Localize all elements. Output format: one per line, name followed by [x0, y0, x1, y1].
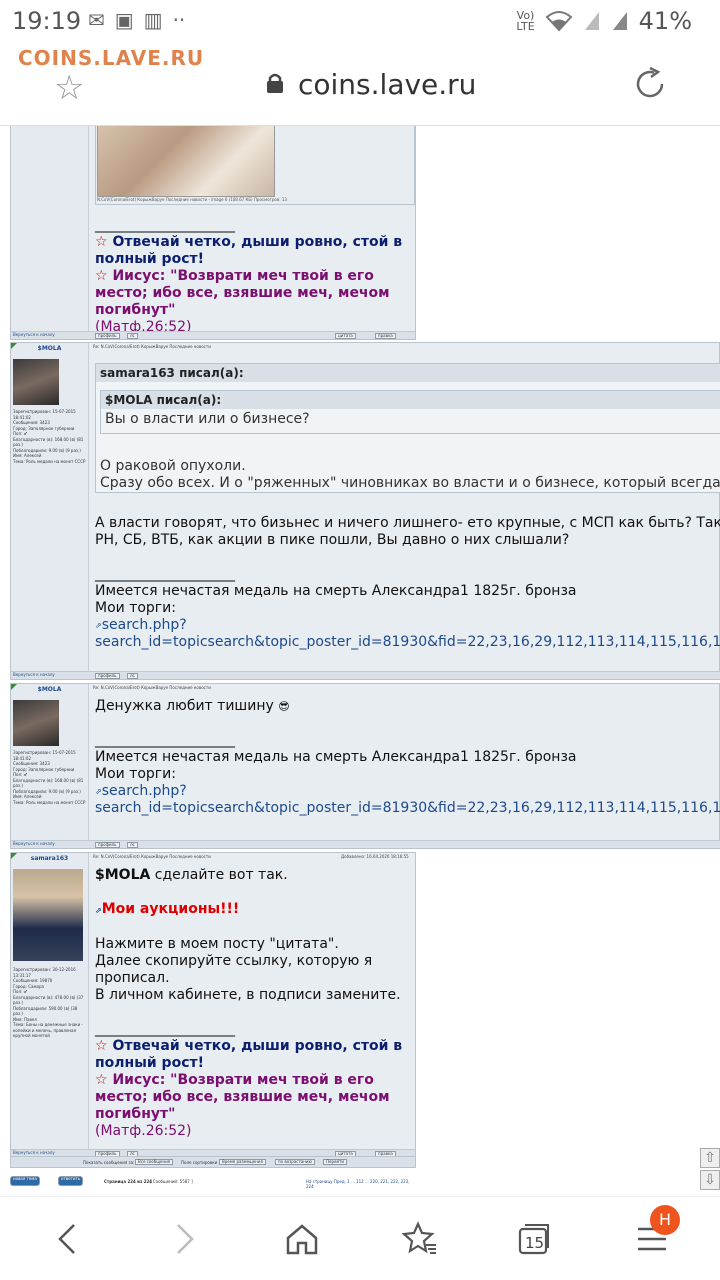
- back-to-top-link[interactable]: Вернуться к началу: [13, 841, 55, 846]
- star-icon: ☆: [95, 1038, 113, 1054]
- post-footer: Вернуться к началу профиль лс: [11, 840, 720, 848]
- clock: 19:19: [12, 7, 82, 35]
- auctions-link[interactable]: ⇗Мои аукционы!!!: [95, 901, 411, 919]
- pagination[interactable]: На страницу Пред. 1 ... 112 ... 220, 221…: [306, 1179, 416, 1189]
- browser-nav-bar: 15 H: [0, 1196, 720, 1280]
- page-nav: новая тема ответить Страница 224 из 224 …: [10, 1176, 416, 1189]
- forum-page: N.CoV(Corona/Erot) КорыжВаруе Последние …: [0, 126, 720, 1196]
- author-nick[interactable]: $MOLA: [11, 345, 88, 352]
- post-text: Денужка любит тишину 😎 _________________…: [95, 698, 720, 817]
- order-select[interactable]: по возрастанию: [275, 1159, 315, 1165]
- star-icon: ☆: [95, 234, 113, 250]
- forward-icon[interactable]: [160, 1215, 208, 1263]
- site-watermark: COINS.LAVE.RU: [18, 46, 205, 70]
- quote-inner: $MOLA писал(а): Вы о власти или о бизнес…: [100, 390, 720, 434]
- avatar: [13, 359, 59, 405]
- signature: ____________________ ☆ Отвечай четко, ды…: [95, 217, 403, 335]
- scroll-up-icon[interactable]: ⇧: [700, 1148, 720, 1168]
- quote-button[interactable]: цитата: [335, 333, 356, 339]
- profile-button[interactable]: профиль: [95, 333, 120, 339]
- mail-icon: ✉: [88, 8, 105, 32]
- search-link[interactable]: ⇗search.php?: [95, 617, 720, 634]
- more-icon: ··: [172, 8, 186, 32]
- post-added-time: Добавлено: 16.04.2020 18:16:55: [341, 854, 409, 859]
- browser-toolbar: COINS.LAVE.RU ☆ coins.lave.ru: [0, 42, 720, 126]
- search-link-cont[interactable]: search_id=topicsearch&topic_poster_id=81…: [95, 800, 720, 817]
- bookmark-star-icon[interactable]: ☆: [54, 68, 84, 108]
- volte-icon: Vo) LTE: [516, 9, 535, 33]
- notification-icons: ✉ ▣ ▥ ··: [88, 8, 185, 32]
- sunglasses-emoji: 😎: [278, 700, 290, 713]
- back-to-top-link[interactable]: Вернуться к началу: [13, 1150, 55, 1155]
- show-select[interactable]: Все сообщения: [135, 1159, 174, 1165]
- go-button[interactable]: Перейти: [323, 1159, 347, 1165]
- signal2-icon: [612, 12, 627, 30]
- search-link-cont[interactable]: search_id=topicsearch&topic_poster_id=81…: [95, 634, 720, 651]
- profile-button[interactable]: профиль: [95, 842, 120, 848]
- pm-button[interactable]: лс: [127, 842, 138, 848]
- post-left-column: samara163 Зарегистрирован: 30-12-2016 13…: [11, 853, 89, 1157]
- tabs-icon[interactable]: 15: [510, 1215, 558, 1263]
- post-left-column: $MOLA Зарегистрирован: 15-07-2015 18:41:…: [11, 343, 89, 679]
- author-meta: Зарегистрирован: 15-07-2015 18:41:02 Сооб…: [13, 409, 86, 464]
- app-icon: ▥: [143, 8, 163, 32]
- sort-select[interactable]: Время размещения: [219, 1159, 266, 1165]
- star-icon: ☆: [95, 268, 113, 284]
- post-header: Re: N.CoV(Corona/Erot) КорыжВаруе Послед…: [93, 685, 211, 690]
- post-header: Re: N.CoV(Corona/Erot) КорыжВаруе Послед…: [93, 854, 211, 859]
- reload-icon[interactable]: [632, 66, 668, 102]
- author-nick[interactable]: $MOLA: [11, 686, 88, 693]
- edit-button[interactable]: правка: [375, 333, 396, 339]
- scroll-buttons: ⇧ ⇩: [700, 1148, 720, 1190]
- post-left-column: $MOLA Зарегистрирован: 15-07-2015 18:41:…: [11, 684, 89, 848]
- post-samara-top: N.CoV(Corona/Erot) КорыжВаруе Последние …: [10, 126, 416, 340]
- post-mola-1: $MOLA Зарегистрирован: 15-07-2015 18:41:…: [10, 342, 720, 680]
- post-footer: Вернуться к началу профиль лс: [11, 671, 720, 679]
- post-samara-2: samara163 Зарегистрирован: 30-12-2016 13…: [10, 852, 416, 1158]
- profile-button[interactable]: профиль: [95, 673, 120, 679]
- signal1-icon: [584, 12, 599, 30]
- post-header: Re: N.CoV(Corona/Erot) КорыжВаруе Послед…: [93, 344, 211, 349]
- url-field[interactable]: coins.lave.ru: [298, 68, 476, 101]
- pm-button[interactable]: лс: [127, 333, 138, 339]
- post-left-column: [11, 126, 89, 339]
- author-nick[interactable]: samara163: [11, 855, 88, 862]
- bookmarks-icon[interactable]: [396, 1215, 444, 1263]
- post-footer: Вернуться к началу профиль лс цитата пра…: [11, 331, 415, 339]
- sort-bar: Показать сообщения за: Все сообщения Пол…: [10, 1156, 416, 1168]
- image-caption: N.CoV(Corona/Erot) КорыжВаруе Последние …: [97, 197, 287, 202]
- lock-icon: [267, 73, 283, 93]
- quote-outer: samara163 писал(а): $MOLA писал(а): Вы о…: [95, 363, 720, 493]
- avatar: [13, 700, 59, 746]
- star-icon: ☆: [95, 1072, 113, 1088]
- profile-badge[interactable]: H: [650, 1205, 680, 1235]
- post-mola-2: $MOLA Зарегистрирован: 15-07-2015 18:41:…: [10, 683, 720, 849]
- back-to-top-link[interactable]: Вернуться к началу: [13, 672, 55, 677]
- post-text: $MOLA сделайте вот так. ⇗Мои аукционы!!!…: [95, 867, 411, 1140]
- home-icon[interactable]: [278, 1215, 326, 1263]
- post-text: А власти говорят, что бизьнес и ничего л…: [95, 515, 720, 651]
- status-right: Vo) LTE 41%: [516, 7, 692, 35]
- back-icon[interactable]: [44, 1215, 92, 1263]
- battery-level: 41%: [638, 7, 692, 35]
- reply-button[interactable]: ответить: [58, 1176, 84, 1186]
- back-to-top-link[interactable]: Вернуться к началу: [13, 332, 55, 337]
- search-link[interactable]: ⇗search.php?: [95, 783, 720, 800]
- scroll-down-icon[interactable]: ⇩: [700, 1170, 720, 1190]
- status-bar: 19:19 ✉ ▣ ▥ ·· Vo) LTE 41%: [0, 0, 720, 42]
- tabs-count: 15: [525, 1234, 545, 1252]
- attached-image[interactable]: [97, 126, 275, 197]
- image-icon: ▣: [114, 8, 134, 32]
- wifi-icon: [545, 11, 573, 32]
- author-meta: Зарегистрирован: 15-07-2015 18:41:02 Сооб…: [13, 750, 86, 805]
- author-meta: Зарегистрирован: 30-12-2016 13:31:17 Сооб…: [13, 967, 84, 1038]
- new-topic-button[interactable]: новая тема: [10, 1176, 40, 1186]
- avatar: [13, 869, 83, 961]
- pm-button[interactable]: лс: [127, 673, 138, 679]
